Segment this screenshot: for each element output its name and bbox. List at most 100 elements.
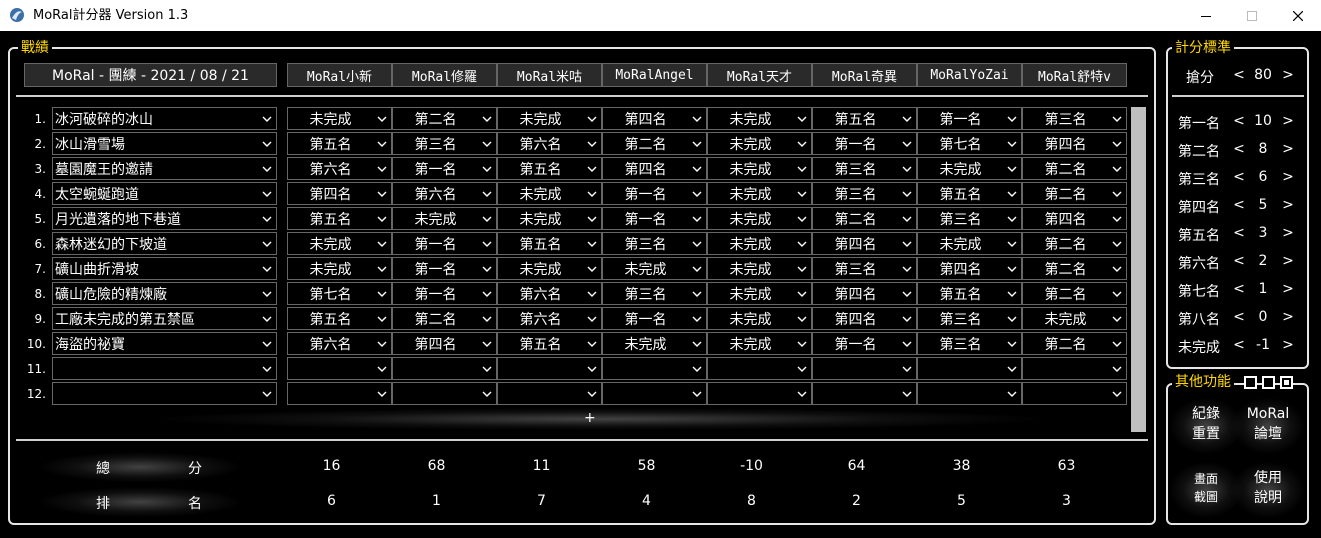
moral-forum-button[interactable]: MoRal 論壇 — [1240, 404, 1296, 444]
result-select[interactable]: 第四名 — [1022, 207, 1127, 230]
result-select[interactable]: 未完成 — [707, 257, 812, 280]
track-select[interactable]: 冰河破碎的冰山 — [52, 107, 277, 130]
result-select[interactable]: 未完成 — [707, 157, 812, 180]
minimize-button[interactable] — [1183, 0, 1229, 31]
result-select[interactable] — [287, 382, 392, 405]
track-select[interactable]: 墓園魔王的邀請 — [52, 157, 277, 180]
result-select[interactable]: 第五名 — [497, 232, 602, 255]
result-select[interactable]: 第五名 — [287, 307, 392, 330]
result-select[interactable]: 未完成 — [707, 232, 812, 255]
result-select[interactable]: 未完成 — [602, 257, 707, 280]
result-select[interactable]: 第一名 — [392, 282, 497, 305]
player-header-5[interactable]: MoRal天才 — [707, 63, 812, 87]
decrease-arrow[interactable]: < — [1232, 225, 1246, 241]
decrease-arrow[interactable]: < — [1232, 141, 1246, 157]
result-select[interactable]: 未完成 — [287, 232, 392, 255]
increase-arrow[interactable]: > — [1281, 253, 1295, 269]
result-select[interactable]: 第一名 — [602, 207, 707, 230]
result-select[interactable]: 未完成 — [1022, 307, 1127, 330]
result-select[interactable]: 第一名 — [392, 232, 497, 255]
result-select[interactable] — [392, 357, 497, 380]
result-select[interactable] — [602, 382, 707, 405]
grab-decrease-arrow[interactable]: < — [1232, 67, 1246, 83]
result-select[interactable]: 第一名 — [917, 107, 1022, 130]
result-select[interactable]: 第六名 — [497, 282, 602, 305]
result-select[interactable] — [287, 357, 392, 380]
layout-toggle-3[interactable] — [1280, 376, 1293, 389]
result-select[interactable]: 第一名 — [812, 132, 917, 155]
decrease-arrow[interactable]: < — [1232, 253, 1246, 269]
track-select[interactable]: 冰山滑雪場 — [52, 132, 277, 155]
result-select[interactable]: 第四名 — [812, 282, 917, 305]
result-select[interactable]: 第四名 — [392, 332, 497, 355]
result-select[interactable]: 第二名 — [1022, 182, 1127, 205]
track-select[interactable]: 太空蜿蜒跑道 — [52, 182, 277, 205]
result-select[interactable] — [1022, 357, 1127, 380]
result-select[interactable] — [917, 382, 1022, 405]
increase-arrow[interactable]: > — [1281, 309, 1295, 325]
result-select[interactable]: 第二名 — [602, 132, 707, 155]
result-select[interactable]: 未完成 — [917, 232, 1022, 255]
result-select[interactable]: 第七名 — [917, 132, 1022, 155]
result-select[interactable]: 未完成 — [497, 257, 602, 280]
result-select[interactable]: 第四名 — [602, 157, 707, 180]
result-select[interactable] — [392, 382, 497, 405]
result-select[interactable]: 第二名 — [1022, 282, 1127, 305]
result-select[interactable]: 第四名 — [917, 257, 1022, 280]
result-select[interactable]: 第三名 — [602, 232, 707, 255]
player-header-6[interactable]: MoRal奇異 — [812, 63, 917, 87]
result-select[interactable] — [497, 382, 602, 405]
player-header-8[interactable]: MoRal舒特v — [1022, 63, 1127, 87]
result-select[interactable]: 未完成 — [707, 132, 812, 155]
result-select[interactable]: 未完成 — [287, 107, 392, 130]
increase-arrow[interactable]: > — [1281, 197, 1295, 213]
result-select[interactable]: 未完成 — [497, 107, 602, 130]
add-row-button[interactable]: + — [584, 410, 596, 426]
result-select[interactable] — [497, 357, 602, 380]
result-select[interactable]: 第四名 — [812, 232, 917, 255]
result-select[interactable] — [812, 357, 917, 380]
result-select[interactable]: 第三名 — [812, 257, 917, 280]
result-select[interactable]: 未完成 — [917, 157, 1022, 180]
help-button[interactable]: 使用 說明 — [1240, 468, 1296, 508]
result-select[interactable]: 第五名 — [287, 207, 392, 230]
result-select[interactable]: 第一名 — [392, 157, 497, 180]
track-select[interactable]: 礦山危險的精煉廠 — [52, 282, 277, 305]
result-select[interactable] — [707, 357, 812, 380]
increase-arrow[interactable]: > — [1281, 337, 1295, 353]
maximize-button[interactable] — [1229, 0, 1275, 31]
result-select[interactable]: 第三名 — [812, 182, 917, 205]
result-select[interactable]: 第七名 — [287, 282, 392, 305]
result-select[interactable]: 第五名 — [917, 182, 1022, 205]
result-select[interactable] — [917, 357, 1022, 380]
result-select[interactable]: 第五名 — [917, 282, 1022, 305]
screenshot-button[interactable]: 畫面 截圖 — [1178, 470, 1234, 506]
result-select[interactable]: 第一名 — [602, 307, 707, 330]
player-header-1[interactable]: MoRal小新 — [287, 63, 392, 87]
result-select[interactable]: 第五名 — [812, 107, 917, 130]
result-select[interactable]: 第六名 — [287, 157, 392, 180]
result-select[interactable]: 第二名 — [1022, 232, 1127, 255]
grab-increase-arrow[interactable]: > — [1281, 67, 1295, 83]
player-header-7[interactable]: MoRalYoZai — [917, 63, 1022, 87]
decrease-arrow[interactable]: < — [1232, 309, 1246, 325]
result-select[interactable]: 未完成 — [707, 282, 812, 305]
track-select[interactable] — [52, 357, 277, 380]
result-select[interactable]: 第三名 — [1022, 107, 1127, 130]
result-select[interactable]: 第二名 — [392, 107, 497, 130]
result-select[interactable]: 第三名 — [917, 332, 1022, 355]
track-select[interactable]: 工廠未完成的第五禁區 — [52, 307, 277, 330]
result-select[interactable]: 未完成 — [707, 307, 812, 330]
decrease-arrow[interactable]: < — [1232, 113, 1246, 129]
result-select[interactable]: 第六名 — [287, 332, 392, 355]
result-select[interactable]: 第六名 — [497, 307, 602, 330]
increase-arrow[interactable]: > — [1281, 169, 1295, 185]
result-select[interactable]: 第五名 — [497, 332, 602, 355]
result-select[interactable] — [812, 382, 917, 405]
result-select[interactable]: 第二名 — [1022, 332, 1127, 355]
result-select[interactable] — [602, 357, 707, 380]
result-select[interactable]: 未完成 — [707, 182, 812, 205]
result-select[interactable]: 未完成 — [707, 207, 812, 230]
result-select[interactable]: 未完成 — [707, 107, 812, 130]
result-select[interactable]: 第三名 — [812, 157, 917, 180]
